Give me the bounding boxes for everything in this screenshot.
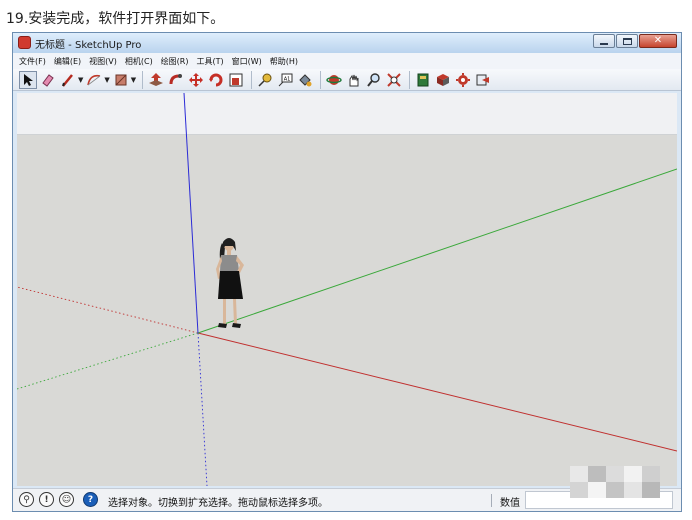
menu-tools[interactable]: 工具(T) [197, 56, 224, 67]
minimize-icon [600, 42, 608, 45]
mosaic-tile [570, 466, 588, 482]
arc-dropdown-icon[interactable]: ▼ [104, 76, 109, 84]
window-title: 无标题 - SketchUp Pro [35, 40, 142, 51]
zoom-icon[interactable] [365, 71, 383, 89]
mosaic-tile [588, 482, 606, 498]
minimize-button[interactable] [593, 34, 615, 48]
pencil-dropdown-icon[interactable]: ▼ [78, 76, 83, 84]
warehouse-icon[interactable] [414, 71, 432, 89]
mosaic-tile [642, 466, 660, 482]
status-divider [491, 494, 492, 507]
credits-icon[interactable]: ! [39, 492, 54, 507]
mosaic-tile [588, 466, 606, 482]
pencil-line-icon[interactable] [59, 71, 77, 89]
rectangle-icon[interactable] [112, 71, 130, 89]
rotate-icon[interactable] [207, 71, 225, 89]
scale-icon[interactable] [227, 71, 245, 89]
pan-icon[interactable] [345, 71, 363, 89]
extension-icon[interactable] [454, 71, 472, 89]
menu-window[interactable]: 窗口(W) [232, 56, 262, 67]
mosaic-watermark [570, 466, 660, 498]
menu-help[interactable]: 帮助(H) [270, 56, 298, 67]
measurements-label: 数值 [500, 498, 520, 509]
move-icon[interactable] [187, 71, 205, 89]
red-axis-negative [17, 286, 199, 334]
eraser-icon[interactable] [39, 71, 57, 89]
close-icon: ✕ [653, 35, 663, 46]
menu-view[interactable]: 视图(V) [89, 56, 117, 67]
user-icon[interactable]: ☺ [59, 492, 74, 507]
orbit-icon[interactable] [325, 71, 343, 89]
green-axis [197, 168, 677, 334]
mosaic-tile [606, 466, 624, 482]
arc-icon[interactable] [85, 71, 103, 89]
push-pull-icon[interactable] [147, 71, 165, 89]
blue-axis-negative [197, 332, 208, 486]
follow-me-icon[interactable] [167, 71, 185, 89]
svg-text:A1: A1 [284, 76, 291, 82]
paint-bucket-icon[interactable] [296, 71, 314, 89]
menu-camera[interactable]: 相机(C) [125, 56, 153, 67]
scene-canvas [17, 93, 677, 486]
toolbar-separator [320, 70, 322, 89]
components-icon[interactable] [434, 71, 452, 89]
text-label-icon[interactable]: A1 [276, 71, 294, 89]
share-icon[interactable] [474, 71, 492, 89]
sketchup-window: 无标题 - SketchUp Pro ✕ 文件(F) 编辑(E) 视图(V) 相… [12, 32, 682, 512]
close-button[interactable]: ✕ [639, 34, 677, 48]
mosaic-tile [624, 482, 642, 498]
zoom-extents-icon[interactable] [385, 71, 403, 89]
status-message: 选择对象。切换到扩充选择。拖动鼠标选择多项。 [108, 498, 328, 509]
menu-bar: 文件(F) 编辑(E) 视图(V) 相机(C) 绘图(R) 工具(T) 窗口(W… [13, 53, 681, 69]
georef-icon[interactable]: ⚲ [19, 492, 34, 507]
blue-axis [183, 93, 199, 334]
menu-draw[interactable]: 绘图(R) [161, 56, 189, 67]
drawing-viewport[interactable] [17, 93, 677, 486]
title-bar[interactable]: 无标题 - SketchUp Pro ✕ [13, 33, 681, 53]
mosaic-tile [570, 482, 588, 498]
menu-edit[interactable]: 编辑(E) [54, 56, 81, 67]
page-caption: 19.安装完成，软件打开界面如下。 [6, 11, 225, 27]
toolbar-separator [409, 70, 411, 89]
mosaic-tile [606, 482, 624, 498]
mosaic-tile [624, 466, 642, 482]
maximize-icon [622, 37, 632, 45]
rectangle-dropdown-icon[interactable]: ▼ [131, 76, 136, 84]
scale-figure [216, 238, 244, 328]
green-axis-negative [17, 332, 199, 390]
toolbar-separator [251, 70, 253, 89]
maximize-button[interactable] [616, 34, 638, 48]
sketchup-logo-icon [18, 36, 31, 49]
menu-file[interactable]: 文件(F) [19, 56, 46, 67]
main-toolbar: ▼ ▼ ▼ A1 [13, 69, 681, 91]
help-icon[interactable]: ? [83, 492, 98, 507]
select-arrow-icon[interactable] [19, 70, 37, 89]
tape-measure-icon[interactable] [256, 71, 274, 89]
window-controls: ✕ [592, 34, 677, 48]
toolbar-separator [142, 70, 144, 89]
mosaic-tile [642, 482, 660, 498]
red-axis [197, 332, 677, 452]
